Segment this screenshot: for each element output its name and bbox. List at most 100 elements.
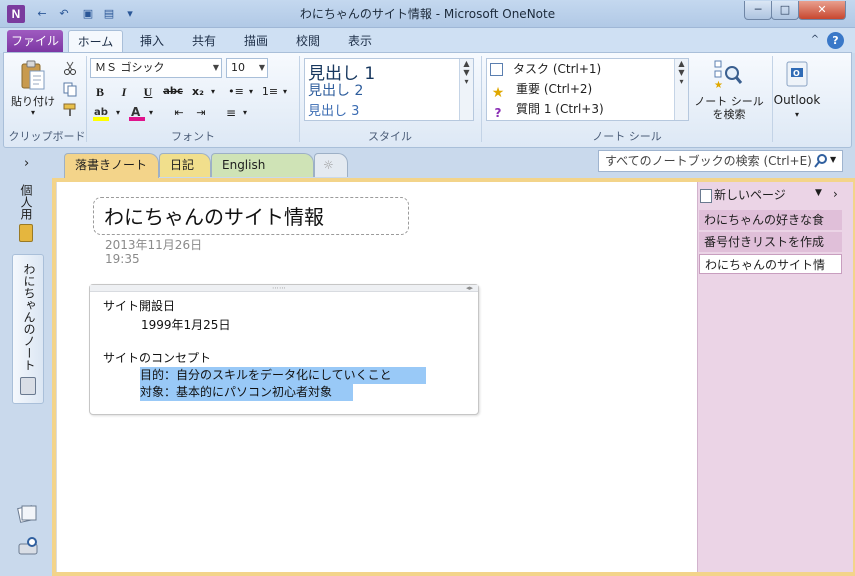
tag-question[interactable]: ? 質問 1 (Ctrl+3) [490,99,604,120]
help-icon[interactable]: ? [827,32,844,49]
tag-important-label: 重要 (Ctrl+2) [516,82,593,96]
tab-view[interactable]: 表示 [340,30,380,53]
close-button[interactable]: ✕ [798,1,846,20]
search-icon[interactable] [813,153,829,169]
highlight-color-icon[interactable]: ab [92,104,112,122]
tag-task-label: タスク (Ctrl+1) [513,62,602,76]
copy-icon[interactable] [62,81,78,97]
subscript-dropdown-icon[interactable]: ▾ [208,83,218,101]
find-tags-icon[interactable]: ★ [712,58,744,92]
tab-insert[interactable]: 挿入 [132,30,172,53]
font-color-dropdown-icon[interactable]: ▾ [146,104,156,122]
notebook-icon [19,224,33,242]
find-tags-button[interactable]: ノート シールを検索 [692,95,766,121]
font-size-combo[interactable]: 10 ▼ [226,58,268,78]
tag-task[interactable]: タスク (Ctrl+1) [490,59,601,79]
bullets-dropdown-icon[interactable]: ▾ [246,83,256,101]
style-heading-2[interactable]: 見出し 2 [308,80,363,100]
font-name-dropdown-icon[interactable]: ▼ [213,59,219,77]
note-line-selected[interactable]: 対象：基本的にパソコン初心者対象 [140,384,353,401]
styles-group-label: スタイル [368,130,412,143]
font-group-label: フォント [171,130,215,143]
tags-scroll[interactable]: ▲ ▼ ▾ [674,59,688,120]
expand-navigation-icon[interactable]: › [24,156,36,171]
numbering-dropdown-icon[interactable]: ▾ [280,83,290,101]
tab-share[interactable]: 共有 [184,30,224,53]
star-icon: ★ [491,84,505,101]
section-tab-nikki[interactable]: 日記 [159,153,211,177]
search-placeholder: すべてのノートブックの検索 (Ctrl+E) [605,154,812,168]
note-line[interactable]: 1999年1月25日 [141,316,230,333]
strikethrough-icon[interactable]: abc [162,83,184,101]
cut-icon[interactable] [62,60,78,76]
note-line[interactable]: サイト開設日 [103,297,175,314]
page-list-item-selected[interactable]: わにちゃんのサイト情 [699,254,842,274]
page-list-item[interactable]: 番号付きリストを作成 [699,232,842,252]
font-size-dropdown-icon[interactable]: ▼ [259,59,265,77]
paste-button[interactable]: 貼り付け [10,95,56,108]
notebook-personal[interactable]: 個人用 [14,184,38,250]
collapse-ribbon-icon[interactable]: ^ [808,34,822,48]
underline-icon[interactable]: U [140,83,156,101]
bold-icon[interactable]: B [92,83,108,101]
note-line-text: 目的：自分のスキルをデータ化にしていくこと [140,368,392,382]
outlook-button[interactable]: Outlook [773,94,821,107]
note-line[interactable]: サイトのコンセプト [103,349,211,366]
numbering-icon[interactable]: 1≡ [260,83,280,101]
section-tab-rakugaki[interactable]: 落書きノート [64,153,159,179]
new-page-icon [700,188,712,203]
notebook-options-icon[interactable] [16,534,42,558]
highlight-dropdown-icon[interactable]: ▾ [113,104,123,122]
font-name-combo[interactable]: ＭＳ ゴシック ▼ [90,58,222,78]
tab-file[interactable]: ファイル [7,30,63,53]
format-painter-icon[interactable] [62,102,78,118]
ribbon-tab-row [0,28,855,53]
tab-draw[interactable]: 描画 [236,30,276,53]
tags-group-label: ノート シール [592,130,662,143]
new-page-dropdown-icon[interactable]: ▼ [815,188,822,198]
paste-icon[interactable] [18,60,48,92]
unfiled-notes-icon[interactable] [16,502,38,524]
notebook-wani-label: わにちゃんのノート [22,263,36,371]
styles-scroll[interactable]: ▲ ▼ ▾ [459,59,473,120]
decrease-indent-icon[interactable]: ⇤ [170,104,188,122]
page-list-item[interactable]: わにちゃんの好きな食 [699,210,842,230]
minimize-button[interactable]: ─ [744,1,772,20]
page-list-edge [845,182,853,572]
notebook-wani[interactable]: わにちゃんのノート [12,254,44,404]
italic-icon[interactable]: I [116,83,132,101]
search-input[interactable]: すべてのノートブックの検索 (Ctrl+E) [598,150,843,172]
tab-home[interactable]: ホーム [68,30,123,53]
align-dropdown-icon[interactable]: ▾ [240,104,250,122]
tag-important[interactable]: ★ 重要 (Ctrl+2) [490,79,593,101]
open-notebook-icon [20,377,36,395]
font-color-icon[interactable]: A [128,104,146,122]
collapse-page-list-icon[interactable]: › [833,187,838,201]
outlook-dropdown-icon[interactable]: ▾ [790,108,804,121]
bullets-icon[interactable]: •≡ [226,83,246,101]
align-icon[interactable]: ≡ [222,104,240,122]
group-separator [86,56,87,142]
note-line-text: 対象：基本的にパソコン初心者対象 [140,385,333,399]
subscript-icon[interactable]: x₂ [188,83,208,101]
svg-text:★: ★ [714,80,723,91]
section-tab-english-essay[interactable]: English Essay [211,153,314,194]
new-page-button[interactable]: 新しいページ [700,185,845,205]
resize-handle-icon[interactable]: ◂▸ [466,284,473,292]
page-title[interactable]: わにちゃんのサイト情報 [104,201,324,230]
maximize-button[interactable]: □ [771,1,799,20]
checkbox-icon [490,63,503,76]
outlook-icon[interactable]: O [782,60,812,88]
style-heading-3[interactable]: 見出し 3 [308,100,359,119]
tab-review[interactable]: 校閲 [288,30,328,53]
paste-dropdown-icon[interactable]: ▾ [28,108,38,117]
note-line-selected[interactable]: 目的：自分のスキルをデータ化にしていくこと [140,367,426,384]
drag-grip-icon[interactable]: ⋯⋯ [272,284,286,292]
search-scope-dropdown-icon[interactable]: ▼ [830,155,840,164]
increase-indent-icon[interactable]: ⇥ [192,104,210,122]
window-title: わにちゃんのサイト情報 - Microsoft OneNote [299,7,556,21]
new-section-tab[interactable]: ☼ [314,153,348,177]
svg-text:A: A [131,105,141,119]
svg-text:O: O [793,69,800,78]
page-date: 2013年11月26日 [105,238,203,252]
